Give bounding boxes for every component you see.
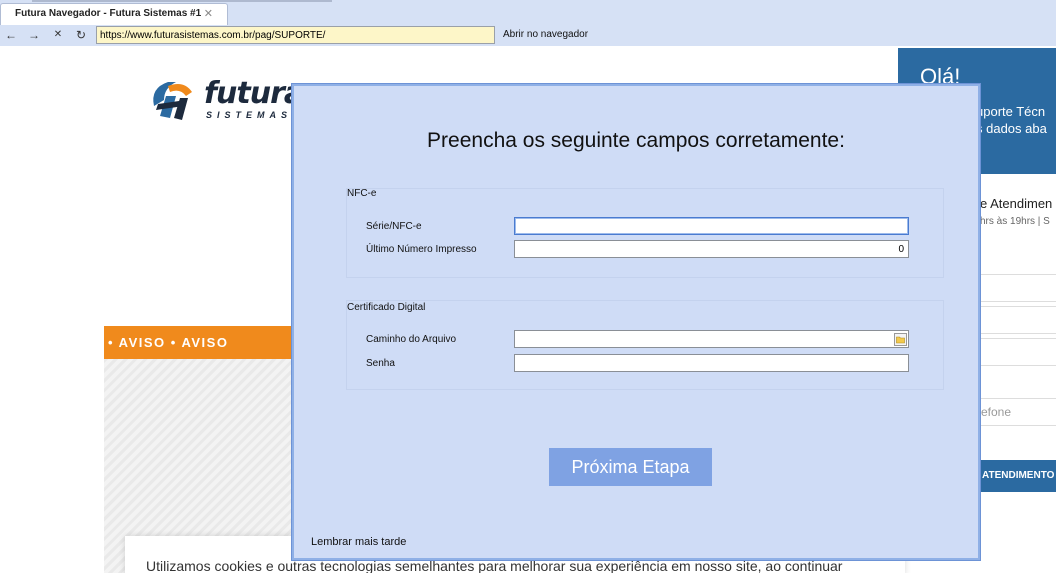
side-field-phone[interactable]: efone [980,398,1056,426]
address-bar[interactable] [96,26,495,44]
caminho-arquivo-input[interactable] [514,330,909,348]
back-icon[interactable]: ← [3,27,19,43]
cookie-text: Utilizamos cookies e outras tecnologias … [146,558,843,573]
close-tab-icon[interactable]: ✕ [204,7,213,20]
setup-dialog: Preencha os seguinte campos corretamente… [291,83,981,561]
stop-icon[interactable]: ✕ [50,27,66,43]
open-in-browser-link[interactable]: Abrir no navegador [503,29,588,40]
futura-logo-icon [153,82,192,120]
side-line-2: s dados aba [976,121,1047,136]
side-hours: hrs às 19hrs | S [980,216,1050,227]
ultimo-numero-label: Último Número Impresso [366,244,477,255]
nfce-group-label: NFC-e [347,188,377,199]
senha-label: Senha [366,358,395,369]
lembrar-mais-tarde-link[interactable]: Lembrar mais tarde [311,536,406,548]
logo-subtitle: SISTEMAS [206,110,293,120]
side-atendimento-button[interactable]: ATENDIMENTO [980,460,1056,492]
dialog-title: Preencha os seguinte campos corretamente… [427,129,845,152]
serie-nfce-input[interactable] [514,217,909,235]
certificado-group-label: Certificado Digital [347,302,426,313]
side-atendimento-heading: e Atendimen [980,196,1053,211]
side-line-1: uporte Técn [976,104,1046,119]
tab-title: Futura Navegador - Futura Sistemas #1 [15,8,202,19]
folder-browse-icon[interactable] [894,333,907,346]
side-phone-placeholder: efone [981,405,1012,419]
futura-logo[interactable]: futura SISTEMAS [146,76,304,124]
tab-bar: Futura Navegador - Futura Sistemas #1 ✕ [0,0,1056,25]
side-field-email[interactable] [980,306,1056,334]
navigation-bar: ← → ✕ ↻ Abrir no navegador [0,25,1056,46]
aviso-banner: • AVISO • AVISO [104,326,294,359]
tab-edge [32,0,332,2]
ultimo-numero-input[interactable] [514,240,909,258]
forward-icon[interactable]: → [26,27,42,43]
tab-futura-navegador[interactable]: Futura Navegador - Futura Sistemas #1 ✕ [0,3,228,25]
logo-word: futura [204,76,304,111]
side-field-company[interactable] [980,338,1056,366]
proxima-etapa-button[interactable]: Próxima Etapa [549,448,712,486]
side-field-name[interactable] [980,274,1056,302]
serie-label: Série/NFC-e [366,221,422,232]
caminho-label: Caminho do Arquivo [366,334,457,345]
reload-icon[interactable]: ↻ [73,27,89,43]
senha-input[interactable] [514,354,909,372]
